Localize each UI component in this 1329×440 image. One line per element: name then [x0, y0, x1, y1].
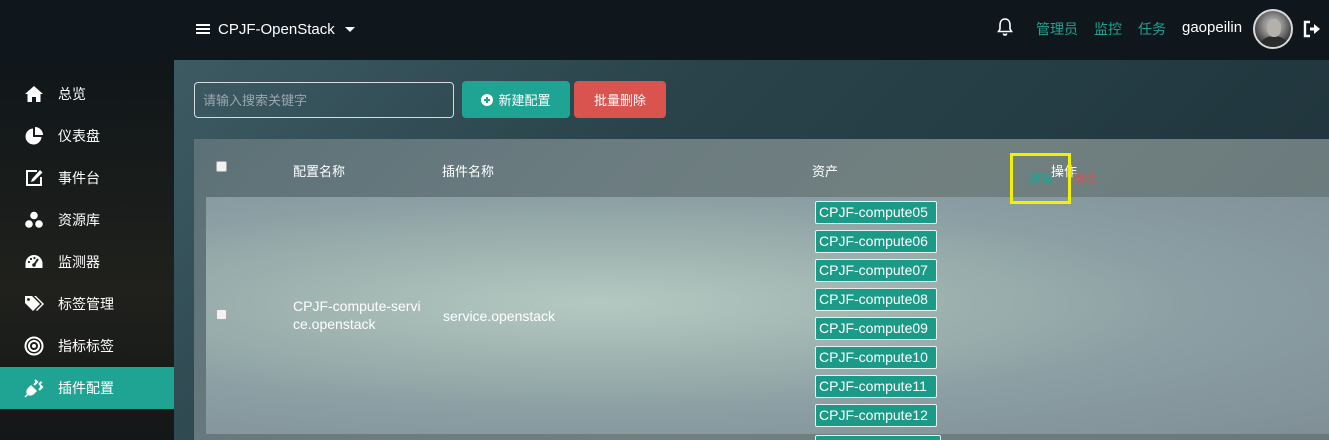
asset-tag: CPJF-compute11 — [815, 375, 937, 398]
cubes-icon — [25, 211, 43, 228]
avatar[interactable] — [1253, 9, 1293, 49]
asset-tag: CPJF-compute07 — [815, 259, 937, 282]
column-header-plugin-name: 插件名称 — [442, 164, 495, 179]
sidebar-item-label: 总览 — [58, 86, 86, 102]
search-input[interactable] — [194, 82, 454, 118]
sidebar-item-plugin-config[interactable]: 插件配置 — [0, 367, 174, 409]
plus-circle-icon — [481, 93, 494, 106]
tags-icon — [25, 296, 44, 311]
sidebar-item-monitors[interactable]: 监测器 — [0, 241, 174, 283]
pie-chart-icon — [25, 127, 43, 145]
config-table: 配置名称 插件名称 资产 操作 CPJF-compute-servi ce.op… — [194, 139, 1329, 440]
sidebar-item-dashboard[interactable]: 仪表盘 — [0, 115, 174, 157]
table-row: CPJF-compute-servi ce.openstack service.… — [206, 197, 1329, 434]
sidebar-item-resources[interactable]: 资源库 — [0, 199, 174, 241]
top-header: CPJF-OpenStack 管理员 监控 任务 gaopeilin — [0, 0, 1329, 60]
sidebar-item-overview[interactable]: 总览 — [0, 73, 174, 115]
edit-icon — [26, 170, 43, 186]
list-icon — [196, 23, 210, 35]
chevron-down-icon — [344, 26, 355, 32]
username[interactable]: gaopeilin — [1182, 19, 1242, 36]
batch-delete-label: 批量删除 — [593, 93, 646, 108]
asset-tag: CPJF-compute05 — [815, 201, 937, 224]
sidebar-item-tag-management[interactable]: 标签管理 — [0, 283, 174, 325]
config-name-line: ce.openstack — [293, 316, 376, 332]
table-header: 配置名称 插件名称 资产 操作 — [194, 139, 1329, 197]
sidebar-item-label: 监测器 — [58, 254, 100, 270]
sidebar-item-label: 标签管理 — [58, 296, 114, 312]
edit-link[interactable]: 编辑 — [1028, 170, 1052, 187]
logout-icon[interactable] — [1302, 19, 1322, 39]
asset-tag-partial — [815, 435, 941, 440]
asset-tag: CPJF-compute08 — [815, 288, 937, 311]
sidebar-item-events[interactable]: 事件台 — [0, 157, 174, 199]
sidebar-item-metric-tags[interactable]: 指标标签 — [0, 325, 174, 367]
batch-delete-button[interactable]: 批量删除 — [574, 81, 666, 118]
sidebar-item-label: 事件台 — [58, 170, 100, 186]
bell-icon[interactable] — [996, 17, 1014, 37]
new-config-label: 新建配置 — [498, 93, 551, 108]
asset-tag: CPJF-compute09 — [815, 317, 937, 340]
sidebar-item-label: 资源库 — [58, 212, 100, 228]
project-name: CPJF-OpenStack — [218, 20, 335, 38]
nav-monitor-link[interactable]: 监控 — [1094, 19, 1122, 39]
top-nav: 管理员 监控 任务 — [1036, 19, 1166, 39]
sidebar-item-label: 指标标签 — [58, 338, 114, 354]
delete-link[interactable]: 删除 — [1072, 170, 1096, 187]
asset-tag: CPJF-compute06 — [815, 230, 937, 253]
select-all-checkbox[interactable] — [216, 161, 227, 172]
sidebar-item-label: 仪表盘 — [58, 128, 100, 144]
column-header-assets: 资产 — [812, 164, 839, 179]
column-header-config-name: 配置名称 — [293, 164, 346, 179]
plug-icon — [24, 379, 44, 398]
plugin-name-cell: service.openstack — [443, 308, 556, 324]
asset-tag: CPJF-compute10 — [815, 346, 937, 369]
dashboard-icon — [25, 255, 43, 268]
sidebar: 总览 仪表盘 事件台 资源库 监测器 标签管理 指标标签 插件配置 — [0, 60, 174, 440]
nav-admin-link[interactable]: 管理员 — [1036, 19, 1078, 39]
config-name-cell: CPJF-compute-servi ce.openstack — [293, 297, 421, 333]
main-content: 新建配置 批量删除 配置名称 插件名称 资产 操作 CPJF-compute-s… — [174, 60, 1329, 440]
target-icon — [24, 336, 44, 356]
asset-tag: CPJF-compute12 — [815, 404, 937, 427]
project-selector[interactable]: CPJF-OpenStack — [196, 18, 355, 40]
config-name-line: CPJF-compute-servi — [293, 298, 421, 314]
row-checkbox[interactable] — [216, 309, 227, 320]
home-icon — [25, 86, 43, 102]
nav-tasks-link[interactable]: 任务 — [1138, 19, 1166, 39]
assets-cell: CPJF-compute05 CPJF-compute06 CPJF-compu… — [815, 201, 941, 433]
sidebar-item-label: 插件配置 — [58, 380, 114, 396]
new-config-button[interactable]: 新建配置 — [462, 81, 570, 118]
